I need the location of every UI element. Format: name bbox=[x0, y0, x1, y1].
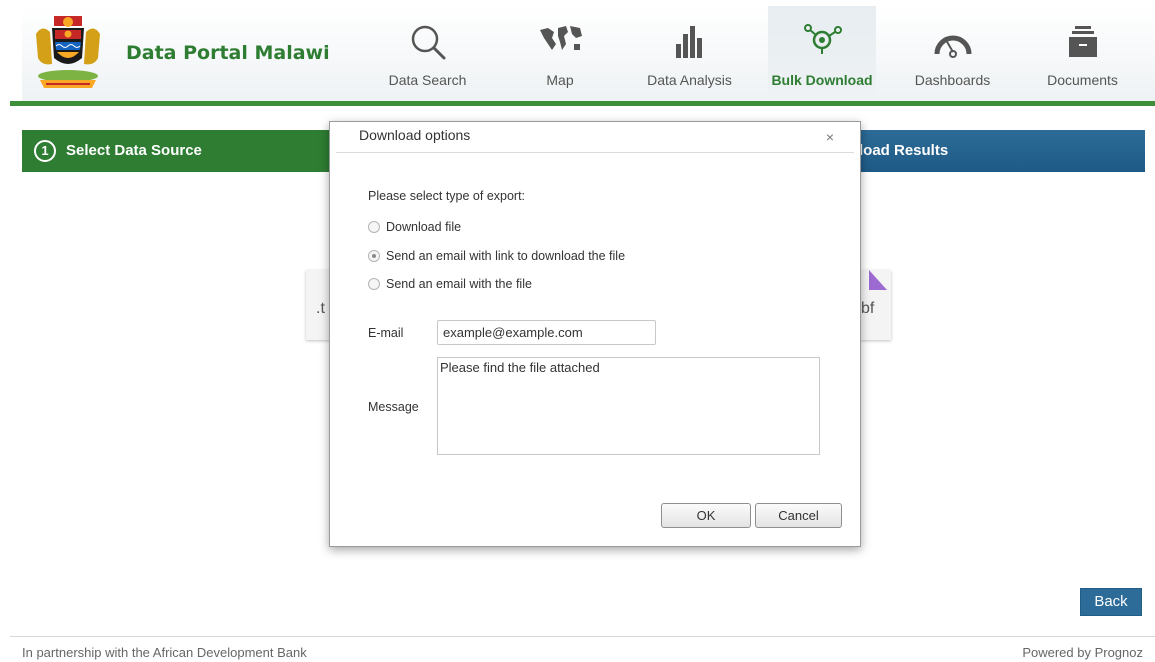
nav-data-analysis[interactable]: Data Analysis bbox=[637, 6, 742, 101]
step-label: load Results bbox=[859, 142, 949, 159]
portal-title[interactable]: Data Portal Malawi bbox=[126, 42, 330, 64]
search-icon bbox=[411, 25, 445, 60]
footer-powered-by: Powered by Prognoz bbox=[1022, 645, 1143, 660]
radio-email-link[interactable]: Send an email with link to download the … bbox=[368, 249, 625, 267]
nav-label: Bulk Download bbox=[771, 72, 873, 88]
file-cabinet-icon bbox=[1068, 26, 1097, 57]
header: Data Portal Malawi Data Search Map Data … bbox=[0, 0, 1155, 108]
nav-label: Dashboards bbox=[914, 72, 991, 88]
radio-label: Send an email with the file bbox=[386, 277, 532, 291]
back-button[interactable]: Back bbox=[1080, 588, 1142, 616]
nav-map[interactable]: Map bbox=[515, 6, 605, 101]
radio-button[interactable] bbox=[368, 278, 380, 290]
radio-email-file[interactable]: Send an email with the file bbox=[368, 277, 532, 295]
radio-label: Download file bbox=[386, 220, 462, 234]
nav-documents[interactable]: Documents bbox=[1030, 6, 1135, 101]
dialog-title: Download options bbox=[359, 127, 471, 143]
download-options-dialog: Download options × Please select type of… bbox=[329, 121, 861, 547]
export-type-prompt: Please select type of export: bbox=[368, 189, 526, 203]
dialog-title-divider bbox=[336, 152, 854, 153]
nav-bulk-download[interactable]: Bulk Download bbox=[768, 6, 876, 101]
radio-button[interactable] bbox=[368, 250, 380, 262]
email-label: E-mail bbox=[368, 326, 404, 340]
radio-download-file[interactable]: Download file bbox=[368, 220, 461, 238]
step-number: 1 bbox=[34, 140, 56, 162]
ok-button[interactable]: OK bbox=[661, 503, 751, 528]
malawi-coat-of-arms-logo[interactable] bbox=[32, 14, 104, 92]
world-map-icon bbox=[540, 26, 582, 50]
file-format-label: bf bbox=[861, 300, 875, 317]
bar-chart-icon bbox=[675, 26, 702, 58]
nav-label: Map bbox=[546, 72, 574, 88]
close-icon[interactable]: × bbox=[826, 129, 834, 145]
nav-label: Data Search bbox=[388, 72, 467, 88]
wizard-step-download-results[interactable]: load Results bbox=[855, 130, 1145, 172]
cancel-button[interactable]: Cancel bbox=[755, 503, 842, 528]
file-format-label: .t bbox=[316, 300, 325, 317]
nav-label: Data Analysis bbox=[647, 72, 732, 88]
message-label: Message bbox=[368, 400, 419, 414]
nav-data-search[interactable]: Data Search bbox=[375, 6, 480, 101]
footer-partnership-text: In partnership with the African Developm… bbox=[22, 645, 307, 660]
radio-button[interactable] bbox=[368, 221, 380, 233]
email-field[interactable] bbox=[437, 320, 656, 345]
header-divider bbox=[10, 101, 1155, 106]
step-label: Select Data Source bbox=[66, 142, 202, 159]
nav-label: Documents bbox=[1047, 72, 1118, 88]
gauge-icon bbox=[934, 35, 971, 58]
file-corner-icon bbox=[869, 270, 887, 290]
radio-label: Send an email with link to download the … bbox=[386, 249, 626, 263]
bulk-download-icon bbox=[804, 24, 842, 54]
footer-divider bbox=[10, 636, 1155, 637]
nav-dashboards[interactable]: Dashboards bbox=[900, 6, 1005, 101]
wizard-step-select-data-source[interactable]: 1 Select Data Source bbox=[22, 130, 342, 172]
message-textarea[interactable]: Please find the file attached bbox=[437, 357, 820, 455]
